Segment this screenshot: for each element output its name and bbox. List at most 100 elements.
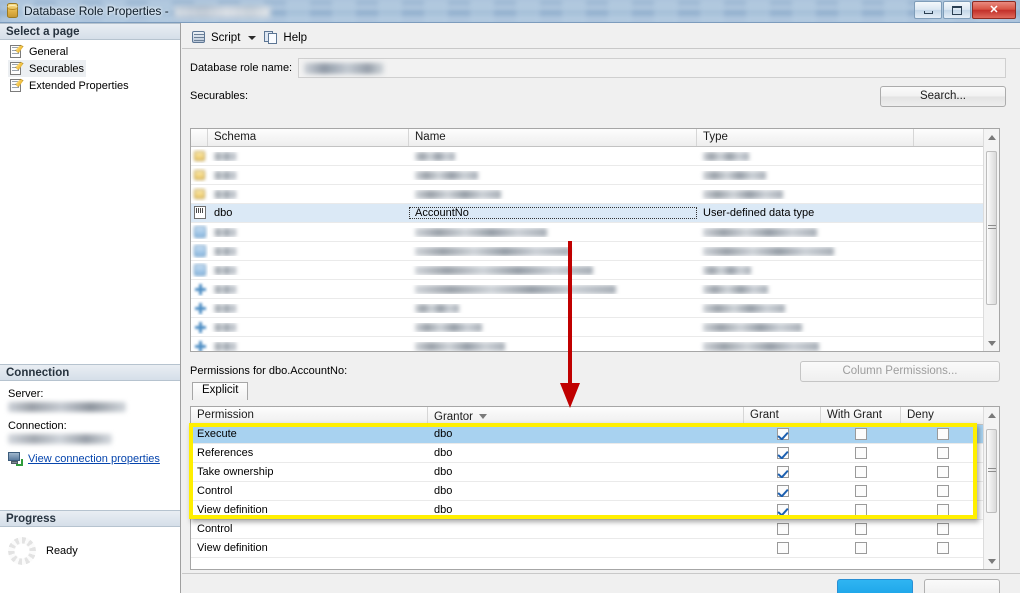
script-button[interactable]: Script (188, 28, 243, 47)
with-grant-checkbox-cell[interactable] (821, 428, 901, 440)
grant-checkbox-cell[interactable] (744, 428, 821, 440)
grant-checkbox-cell[interactable] (744, 485, 821, 497)
permissions-col-grantor[interactable]: Grantor (428, 407, 744, 424)
permissions-row[interactable]: Take ownership dbo (191, 463, 999, 482)
with-grant-checkbox[interactable] (855, 542, 867, 554)
permissions-col-deny[interactable]: Deny (901, 407, 985, 424)
securables-col-spacer[interactable] (914, 129, 984, 146)
deny-checkbox-cell[interactable] (901, 504, 985, 516)
with-grant-checkbox-cell[interactable] (821, 466, 901, 478)
with-grant-checkbox-cell[interactable] (821, 447, 901, 459)
grant-checkbox[interactable] (776, 428, 789, 440)
deny-checkbox-cell[interactable] (901, 485, 985, 497)
with-grant-checkbox-cell[interactable] (821, 504, 901, 516)
deny-checkbox[interactable] (937, 504, 949, 516)
sidebar-item-securables[interactable]: Securables (8, 60, 87, 77)
with-grant-checkbox[interactable] (855, 447, 867, 459)
securables-row[interactable] (191, 166, 999, 185)
permissions-row[interactable]: Control dbo (191, 482, 999, 501)
deny-checkbox-cell[interactable] (901, 447, 985, 459)
permissions-row[interactable]: View definition dbo (191, 501, 999, 520)
permissions-grid[interactable]: Permission Grantor Grant With Grant Deny… (190, 406, 1000, 570)
maximize-button[interactable] (943, 1, 971, 19)
search-button[interactable]: Search... (880, 85, 1006, 107)
grant-checkbox-cell[interactable] (744, 466, 821, 478)
redacted-text (214, 170, 236, 180)
permissions-col-with-grant[interactable]: With Grant (821, 407, 901, 424)
permissions-col-permission[interactable]: Permission (191, 407, 428, 424)
redacted-text (703, 227, 817, 237)
grant-checkbox[interactable] (776, 542, 789, 554)
progress-section: Progress Ready (0, 510, 180, 575)
with-grant-checkbox[interactable] (855, 523, 867, 535)
securables-row[interactable] (191, 147, 999, 166)
with-grant-checkbox[interactable] (855, 485, 867, 497)
help-button[interactable]: Help (261, 28, 310, 47)
deny-checkbox-cell[interactable] (901, 523, 985, 535)
role-name-input[interactable] (298, 58, 1006, 78)
deny-checkbox[interactable] (937, 428, 949, 440)
securables-row[interactable] (191, 223, 999, 242)
securables-col-schema[interactable]: Schema (208, 129, 409, 146)
close-button[interactable]: ✕ (972, 1, 1016, 19)
column-permissions-button[interactable]: Column Permissions... (800, 360, 1000, 382)
securables-col-type[interactable]: Type (697, 129, 914, 146)
grant-checkbox-cell[interactable] (744, 447, 821, 459)
grant-checkbox[interactable] (776, 485, 789, 497)
grant-checkbox-cell[interactable] (744, 542, 821, 554)
chevron-down-icon[interactable] (248, 35, 257, 40)
deny-checkbox[interactable] (937, 542, 949, 554)
with-grant-checkbox-cell[interactable] (821, 523, 901, 535)
deny-checkbox[interactable] (937, 447, 949, 459)
grant-checkbox-cell[interactable] (744, 523, 821, 535)
securables-col-icon[interactable] (191, 129, 208, 146)
scrollbar-thumb[interactable] (986, 429, 997, 513)
securables-row[interactable] (191, 242, 999, 261)
deny-checkbox-cell[interactable] (901, 542, 985, 554)
with-grant-checkbox[interactable] (855, 504, 867, 516)
securables-row[interactable] (191, 318, 999, 337)
securables-row[interactable] (191, 280, 999, 299)
grant-checkbox-cell[interactable] (744, 504, 821, 516)
permissions-scrollbar[interactable] (983, 407, 999, 569)
securables-grid[interactable]: Schema Name Type dbo AccountNo User-define… (190, 128, 1000, 352)
grant-checkbox[interactable] (776, 523, 789, 535)
cancel-button[interactable] (924, 579, 1000, 593)
sidebar-item-general[interactable]: General (8, 43, 70, 60)
view-connection-properties-link[interactable]: View connection properties (28, 453, 160, 465)
securables-row[interactable] (191, 299, 999, 318)
deny-checkbox-cell[interactable] (901, 466, 985, 478)
grant-checkbox[interactable] (776, 504, 789, 516)
view-connection-properties-row[interactable]: View connection properties (8, 452, 172, 466)
scrollbar-thumb[interactable] (986, 151, 997, 305)
permissions-row[interactable]: References dbo (191, 444, 999, 463)
sidebar-item-extended-properties[interactable]: Extended Properties (8, 77, 131, 94)
securables-col-name[interactable]: Name (409, 129, 697, 146)
with-grant-checkbox-cell[interactable] (821, 542, 901, 554)
securables-row[interactable] (191, 261, 999, 280)
permissions-row[interactable]: Control (191, 520, 999, 539)
scroll-up-button[interactable] (984, 407, 999, 423)
deny-checkbox[interactable] (937, 485, 949, 497)
grant-checkbox[interactable] (776, 447, 789, 459)
securables-row[interactable] (191, 185, 999, 204)
permissions-row[interactable]: Execute dbo (191, 425, 999, 444)
deny-checkbox[interactable] (937, 466, 949, 478)
tab-explicit[interactable]: Explicit (192, 382, 249, 400)
permissions-col-grant[interactable]: Grant (744, 407, 821, 424)
deny-checkbox[interactable] (937, 523, 949, 535)
securables-scrollbar[interactable] (983, 129, 999, 351)
scroll-up-button[interactable] (984, 129, 999, 145)
with-grant-checkbox[interactable] (855, 428, 867, 440)
scroll-down-button[interactable] (984, 553, 999, 569)
securables-row[interactable] (191, 337, 999, 351)
minimize-button[interactable] (914, 1, 942, 19)
with-grant-checkbox[interactable] (855, 466, 867, 478)
ok-button[interactable] (837, 579, 913, 593)
securables-row[interactable]: dbo AccountNo User-defined data type (191, 204, 999, 223)
permissions-row[interactable]: View definition (191, 539, 999, 558)
scroll-down-button[interactable] (984, 335, 999, 351)
grant-checkbox[interactable] (776, 466, 789, 478)
with-grant-checkbox-cell[interactable] (821, 485, 901, 497)
deny-checkbox-cell[interactable] (901, 428, 985, 440)
